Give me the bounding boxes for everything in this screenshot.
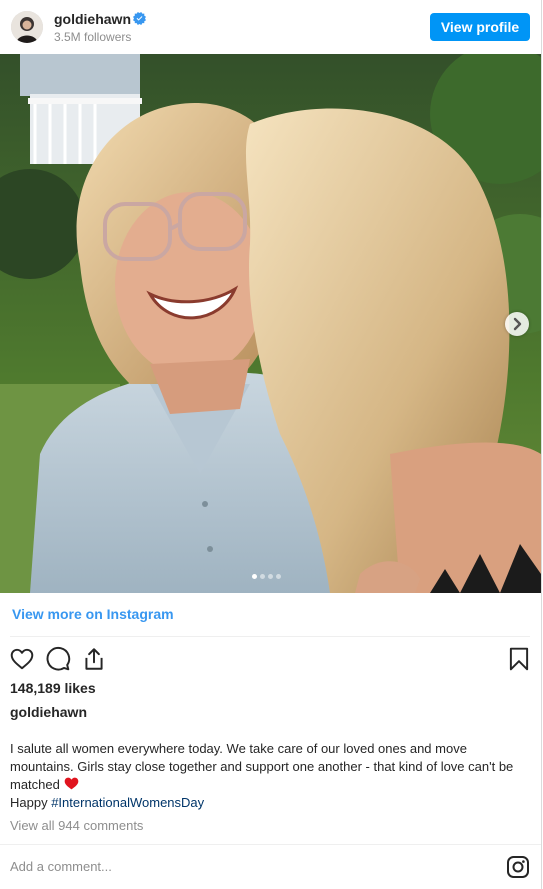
carousel-next-button[interactable] <box>505 312 529 336</box>
caption-username[interactable]: goldiehawn <box>10 704 87 720</box>
photo-illustration <box>0 54 541 593</box>
caption-body: I salute all women everywhere today. We … <box>10 741 514 792</box>
view-comments-link[interactable]: View all 944 comments <box>10 818 143 833</box>
bookmark-icon[interactable] <box>506 646 532 672</box>
carousel-dot <box>252 574 257 579</box>
follower-count: 3.5M followers <box>54 30 132 44</box>
caption-happy: Happy <box>10 795 52 810</box>
carousel-dot <box>260 574 265 579</box>
add-comment-input[interactable]: Add a comment... <box>10 859 112 874</box>
chevron-right-icon <box>513 317 522 331</box>
avatar-image <box>11 11 43 43</box>
view-more-link[interactable]: View more on Instagram <box>12 606 174 622</box>
carousel-dot <box>276 574 281 579</box>
red-heart-emoji-icon <box>64 777 78 790</box>
hashtag-link[interactable]: #InternationalWomensDay <box>51 795 204 810</box>
post-header: goldiehawn 3.5M followers View profile <box>0 0 541 54</box>
divider <box>10 636 530 637</box>
verified-badge-icon <box>133 12 146 25</box>
comment-icon[interactable] <box>45 646 71 672</box>
heart-icon[interactable] <box>9 646 35 672</box>
carousel-dot <box>268 574 273 579</box>
view-profile-button[interactable]: View profile <box>430 13 530 41</box>
header-username[interactable]: goldiehawn <box>54 11 131 27</box>
instagram-embed-card: goldiehawn 3.5M followers View profile V… <box>0 0 542 889</box>
instagram-logo-icon[interactable] <box>506 855 530 879</box>
like-count[interactable]: 148,189 likes <box>10 680 96 696</box>
avatar[interactable] <box>11 11 43 43</box>
share-icon[interactable] <box>81 646 107 672</box>
post-photo[interactable] <box>0 54 541 593</box>
divider <box>0 844 541 845</box>
caption-text: I salute all women everywhere today. We … <box>10 740 526 812</box>
